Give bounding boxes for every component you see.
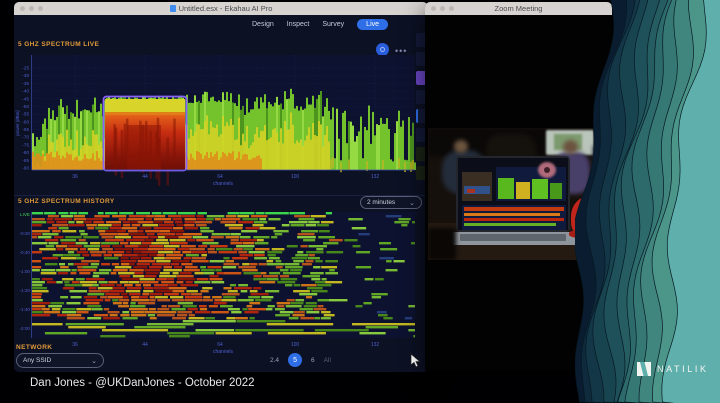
svg-text:channels: channels — [213, 349, 234, 355]
mouse-cursor — [410, 353, 422, 368]
photo-laptop-waterfall-row — [464, 213, 560, 216]
svg-text:-1:20: -1:20 — [20, 288, 31, 293]
photo-laptop-waterfall-row — [464, 218, 564, 221]
svg-text:44: 44 — [142, 342, 148, 348]
chevron-down-icon: ⌄ — [91, 357, 97, 365]
svg-text:64: 64 — [217, 174, 223, 180]
photo-person-left-head — [454, 140, 468, 153]
svg-text:-2:00: -2:00 — [20, 326, 31, 331]
svg-text:-40: -40 — [22, 89, 29, 94]
ssid-dropdown[interactable]: Any SSID⌄ — [16, 353, 104, 368]
svg-text:-60: -60 — [22, 119, 29, 124]
svg-text:-35: -35 — [22, 81, 29, 86]
svg-text:-55: -55 — [22, 112, 29, 117]
svg-text:-25: -25 — [22, 66, 29, 71]
svg-text:channels: channels — [213, 181, 234, 187]
live-spectrum-chart[interactable]: -25 -30 -35 -40 -45 -50 -55 -60 -65 -70 -75 -80 -85 -… — [14, 53, 417, 187]
photo-laptop-spectrum-yellow — [516, 182, 530, 199]
tab-inspect[interactable]: Inspect — [287, 21, 310, 28]
svg-text:100: 100 — [291, 342, 300, 348]
photo-laptop-spectrum-green — [498, 178, 514, 199]
ekahau-window-title: Untitled.esx - Ekahau AI Pro — [14, 4, 428, 13]
photo-laptop-screen — [456, 156, 570, 232]
photo-laptop-waterfall-row — [464, 207, 564, 211]
settings-icon — [380, 47, 385, 52]
photo-laptop-waterfall-row — [464, 223, 556, 226]
band-selector: 2.4 5 6 All — [270, 353, 331, 367]
band-option-2-4[interactable]: 2.4 — [270, 357, 279, 364]
document-icon — [170, 5, 176, 12]
ekahau-window: Untitled.esx - Ekahau AI Pro Design Inspe… — [14, 2, 428, 372]
svg-text:-70: -70 — [22, 135, 29, 140]
network-label: NETWORK — [16, 344, 52, 351]
svg-text:-90: -90 — [22, 166, 29, 171]
svg-text:-0:40: -0:40 — [20, 250, 31, 255]
svg-text:44: 44 — [142, 174, 148, 180]
photo-laptop-base — [446, 232, 580, 245]
caption-text: Dan Jones - @UKDanJones - October 2022 — [30, 377, 255, 389]
history-waterfall-chart[interactable]: LIVE -0:20 -0:40 -1:00 -1:20 -1:40 -2:00 36 44 64… — [14, 197, 417, 357]
svg-text:132: 132 — [371, 174, 380, 180]
brand-logo: NATILIK — [637, 362, 709, 376]
photo-foreground — [428, 228, 456, 260]
band-option-5[interactable]: 5 — [288, 353, 302, 367]
svg-text:-50: -50 — [22, 104, 29, 109]
svg-text:power [dBm]: power [dBm] — [15, 110, 20, 135]
photo-laptop-thumb-detail — [467, 189, 475, 193]
tab-live[interactable]: Live — [357, 19, 388, 30]
svg-text:-65: -65 — [22, 127, 29, 132]
band-option-all[interactable]: All — [324, 357, 331, 364]
svg-text:36: 36 — [72, 174, 78, 180]
svg-text:-45: -45 — [22, 96, 29, 101]
mode-tabs: Design Inspect Survey Live — [252, 19, 388, 30]
svg-text:-75: -75 — [22, 142, 29, 147]
tab-design[interactable]: Design — [252, 21, 274, 28]
screen: Untitled.esx - Ekahau AI Pro Design Inspe… — [0, 0, 720, 403]
ekahau-titlebar: Untitled.esx - Ekahau AI Pro — [14, 2, 428, 15]
svg-text:-80: -80 — [22, 150, 29, 155]
tab-survey[interactable]: Survey — [322, 21, 344, 28]
svg-text:LIVE: LIVE — [20, 212, 30, 217]
svg-text:-0:20: -0:20 — [20, 231, 31, 236]
ekahau-content: Design Inspect Survey Live 5 GHZ SPECTRUM L… — [14, 15, 428, 372]
svg-text:64: 64 — [217, 342, 223, 348]
natilik-icon — [637, 362, 651, 376]
brand-logo-text: NATILIK — [657, 364, 709, 374]
svg-text:36: 36 — [72, 342, 78, 348]
wave-pattern — [575, 0, 720, 403]
svg-text:100: 100 — [291, 174, 300, 180]
photo-round-object-hole — [544, 167, 550, 173]
photo-laptop-spectrum-green — [532, 179, 548, 199]
svg-text:-30: -30 — [22, 73, 29, 78]
band-option-6[interactable]: 6 — [311, 357, 315, 364]
svg-text:132: 132 — [371, 342, 380, 348]
svg-text:-1:40: -1:40 — [20, 307, 31, 312]
svg-text:-1:00: -1:00 — [20, 269, 31, 274]
live-panel-title: 5 GHZ SPECTRUM LIVE — [18, 41, 99, 48]
svg-text:-85: -85 — [22, 158, 29, 163]
photo-laptop-spectrum-green — [550, 183, 562, 199]
